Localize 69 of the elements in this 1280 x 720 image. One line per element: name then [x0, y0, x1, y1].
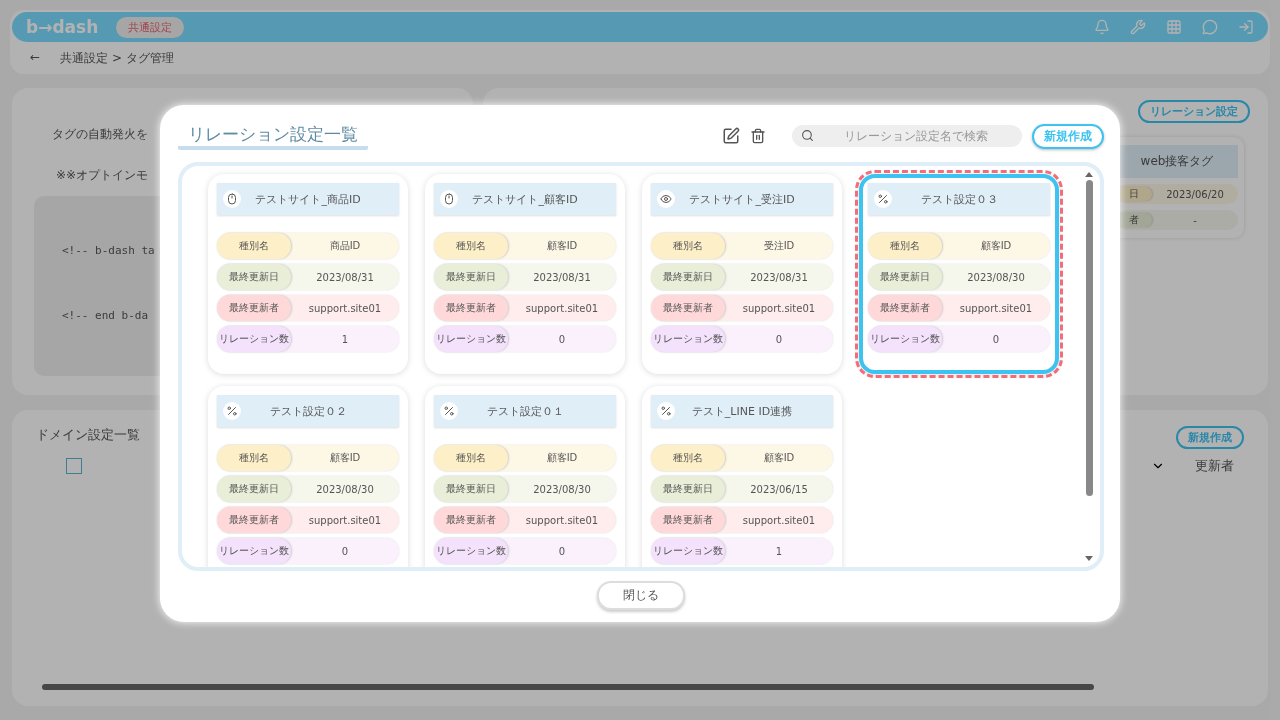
card-field: 種別名 受注ID [651, 233, 833, 259]
wrench-icon[interactable] [1130, 19, 1146, 35]
card-field: 最終更新日 2023/08/31 [651, 264, 833, 290]
card-field: 種別名 顧客ID [651, 445, 833, 471]
relation-card[interactable]: テスト設定０２ 種別名 顧客ID 最終更新日 2023/08/30 最終更新者 support.site01 リレーション数 0 [208, 386, 408, 567]
chat-icon[interactable] [1202, 19, 1218, 35]
card-field: リレーション数 0 [434, 326, 616, 352]
card-field: 最終更新日 2023/08/30 [868, 264, 1050, 290]
search-field[interactable]: リレーション設定名で検索 [792, 125, 1022, 147]
card-field: 種別名 顧客ID [868, 233, 1050, 259]
card-title: テスト設定０１ [485, 403, 565, 419]
card-field: 最終更新日 2023/06/15 [651, 476, 833, 502]
card-field: リレーション数 0 [434, 538, 616, 564]
card-title: テストサイト_顧客ID [471, 191, 579, 207]
card-field: リレーション数 1 [217, 326, 399, 352]
card-field: リレーション数 1 [651, 538, 833, 564]
trash-icon[interactable] [750, 128, 766, 144]
card-field: 種別名 商品ID [217, 233, 399, 259]
mouse-icon [443, 193, 455, 205]
card-title: テストサイト_受注ID [688, 191, 796, 207]
percent-icon [443, 405, 455, 417]
modal-title: リレーション設定一覧 [178, 122, 368, 150]
relation-card[interactable]: テスト設定０１ 種別名 顧客ID 最終更新日 2023/08/30 最終更新者 support.site01 リレーション数 0 [425, 386, 625, 567]
column-header: 更新者 [1195, 457, 1234, 475]
grid-icon[interactable] [1166, 19, 1182, 35]
code-line: <!-- end b-da [62, 309, 149, 322]
bell-icon[interactable] [1094, 19, 1110, 35]
card-title: テスト設定０３ [919, 191, 999, 207]
edit-icon[interactable] [722, 127, 740, 145]
search-icon [801, 129, 814, 142]
percent-icon [226, 405, 238, 417]
card-field: 最終更新日 2023/08/30 [434, 476, 616, 502]
card-field: 最終更新者 support.site01 [217, 507, 399, 533]
card-field: 最終更新日 2023/08/31 [434, 264, 616, 290]
card-field: 最終更新者 support.site01 [434, 295, 616, 321]
card-field: 種別名 顧客ID [434, 233, 616, 259]
card-field: リレーション数 0 [651, 326, 833, 352]
relation-card[interactable]: テストサイト_商品ID 種別名 商品ID 最終更新日 2023/08/31 最終更新者 support.site01 リレーション数 1 [208, 174, 408, 374]
relation-card[interactable]: テストサイト_受注ID 種別名 受注ID 最終更新日 2023/08/31 最終更新者 support.site01 リレーション数 0 [642, 174, 842, 374]
code-line: <!-- b-dash ta [62, 244, 155, 257]
card-field: 最終更新者 support.site01 [868, 295, 1050, 321]
domain-title: ドメイン設定一覧 [36, 426, 140, 444]
card-field: 種別名 顧客ID [434, 445, 616, 471]
scrollbar[interactable] [42, 684, 1094, 690]
card-title: テスト設定０２ [268, 403, 348, 419]
logout-icon[interactable] [1238, 19, 1254, 35]
checkbox[interactable] [66, 458, 82, 474]
card-field: 最終更新者 support.site01 [651, 295, 833, 321]
card-field: 最終更新者 support.site01 [217, 295, 399, 321]
back-link[interactable]: ← [30, 50, 41, 64]
card-field: 最終更新日 2023/08/31 [217, 264, 399, 290]
card-title: テストサイト_商品ID [254, 191, 362, 207]
relation-card[interactable]: テスト_LINE ID連携 種別名 顧客ID 最終更新日 2023/06/15 最終更新者 support.site01 リレーション数 1 [642, 386, 842, 567]
card-field: 最終更新者 support.site01 [434, 507, 616, 533]
card-field: リレーション数 0 [868, 326, 1050, 352]
eye-icon [660, 193, 672, 205]
mouse-icon [226, 193, 238, 205]
panel-text: タグの自動発火を [52, 126, 148, 143]
card-field: 最終更新者 support.site01 [651, 507, 833, 533]
percent-icon [877, 193, 889, 205]
card-field: 種別名 顧客ID [217, 445, 399, 471]
card-field: リレーション数 0 [217, 538, 399, 564]
relation-card[interactable]: テストサイト_顧客ID 種別名 顧客ID 最終更新日 2023/08/31 最終更新者 support.site01 リレーション数 0 [425, 174, 625, 374]
card-field: 最終更新日 2023/08/30 [217, 476, 399, 502]
panel-text: ※※オプトインモ [56, 167, 149, 184]
percent-icon [660, 405, 672, 417]
close-button[interactable]: 閉じる [597, 581, 685, 610]
breadcrumb: 共通設定 > タグ管理 [60, 50, 174, 67]
card-title: テスト_LINE ID連携 [690, 403, 794, 419]
